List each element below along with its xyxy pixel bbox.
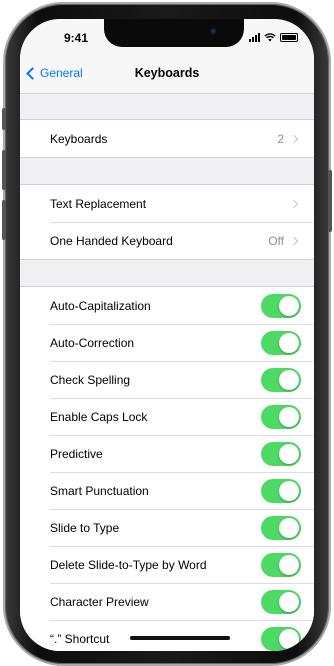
chevron-right-icon xyxy=(289,134,299,143)
toggle-knob xyxy=(279,369,299,390)
row-label: Auto-Correction xyxy=(50,335,135,350)
mute-switch xyxy=(2,108,6,130)
navigation-bar: General Keyboards xyxy=(20,55,314,94)
toggle-knob xyxy=(279,554,299,575)
auto-correction-toggle[interactable] xyxy=(261,330,301,355)
signal-icon xyxy=(249,33,260,42)
row-label: Smart Punctuation xyxy=(50,483,149,498)
home-indicator[interactable] xyxy=(130,636,230,640)
settings-list: Keyboards 2 Text Replacement One Handed … xyxy=(20,94,314,651)
toggle-knob xyxy=(279,295,299,316)
toggle-knob xyxy=(279,517,299,538)
toggle-row: Auto-Correction xyxy=(20,324,314,361)
toggle-knob xyxy=(279,591,299,612)
row-label: “.” Shortcut xyxy=(50,631,110,646)
notch xyxy=(104,19,244,47)
keyboards-group: Keyboards 2 xyxy=(20,119,314,158)
predictive-toggle[interactable] xyxy=(261,441,301,466)
character-preview-toggle[interactable] xyxy=(261,589,301,614)
battery-icon xyxy=(280,33,298,42)
row-label: Slide to Type xyxy=(50,520,120,535)
keyboard-count: 2 xyxy=(277,131,284,146)
keyboards-row[interactable]: Keyboards 2 xyxy=(20,120,314,157)
row-label: Character Preview xyxy=(50,594,149,609)
power-button xyxy=(328,170,332,232)
toggles-group: Auto-Capitalization Auto-Correction Chec… xyxy=(20,286,314,651)
toggle-knob xyxy=(279,443,299,464)
toggle-knob xyxy=(279,332,299,353)
row-label: Enable Caps Lock xyxy=(50,409,148,424)
status-time: 9:41 xyxy=(64,31,89,45)
row-label: Check Spelling xyxy=(50,372,131,387)
row-label: Text Replacement xyxy=(50,196,147,211)
toggle-knob xyxy=(279,628,299,649)
toggle-row: Smart Punctuation xyxy=(20,472,314,509)
volume-down-button xyxy=(2,200,6,240)
row-label: One Handed Keyboard xyxy=(50,233,173,248)
smart-punctuation-toggle[interactable] xyxy=(261,478,301,503)
wifi-icon xyxy=(264,33,276,42)
toggle-row: Delete Slide-to-Type by Word xyxy=(20,546,314,583)
row-label: Delete Slide-to-Type by Word xyxy=(50,557,207,572)
toggle-row: Enable Caps Lock xyxy=(20,398,314,435)
toggle-row: Predictive xyxy=(20,435,314,472)
camera-icon xyxy=(210,28,218,36)
toggle-row: Slide to Type xyxy=(20,509,314,546)
screen: 9:41 General Keyboards Keyboards 2 Text … xyxy=(20,19,314,651)
toggle-knob xyxy=(279,406,299,427)
toggle-row: Auto-Capitalization xyxy=(20,287,314,324)
toggle-row: Check Spelling xyxy=(20,361,314,398)
check-spelling-toggle[interactable] xyxy=(261,367,301,392)
text-replacement-row[interactable]: Text Replacement xyxy=(20,185,314,222)
text-group: Text Replacement One Handed Keyboard Off xyxy=(20,184,314,260)
row-label: Auto-Capitalization xyxy=(50,298,151,313)
period-shortcut-toggle[interactable] xyxy=(261,626,301,651)
one-handed-keyboard-row[interactable]: One Handed Keyboard Off xyxy=(20,222,314,259)
enable-caps-lock-toggle[interactable] xyxy=(261,404,301,429)
volume-up-button xyxy=(2,150,6,190)
auto-capitalization-toggle[interactable] xyxy=(261,293,301,318)
page-title: Keyboards xyxy=(134,66,200,80)
toggle-row: Character Preview xyxy=(20,583,314,620)
chevron-right-icon xyxy=(289,236,299,245)
row-label: Keyboards xyxy=(50,131,108,146)
toggle-knob xyxy=(279,480,299,501)
delete-slide-to-type-toggle[interactable] xyxy=(261,552,301,577)
chevron-right-icon xyxy=(289,199,299,208)
slide-to-type-toggle[interactable] xyxy=(261,515,301,540)
one-handed-value: Off xyxy=(268,233,284,248)
row-label: Predictive xyxy=(50,446,103,461)
status-icons xyxy=(249,33,298,42)
